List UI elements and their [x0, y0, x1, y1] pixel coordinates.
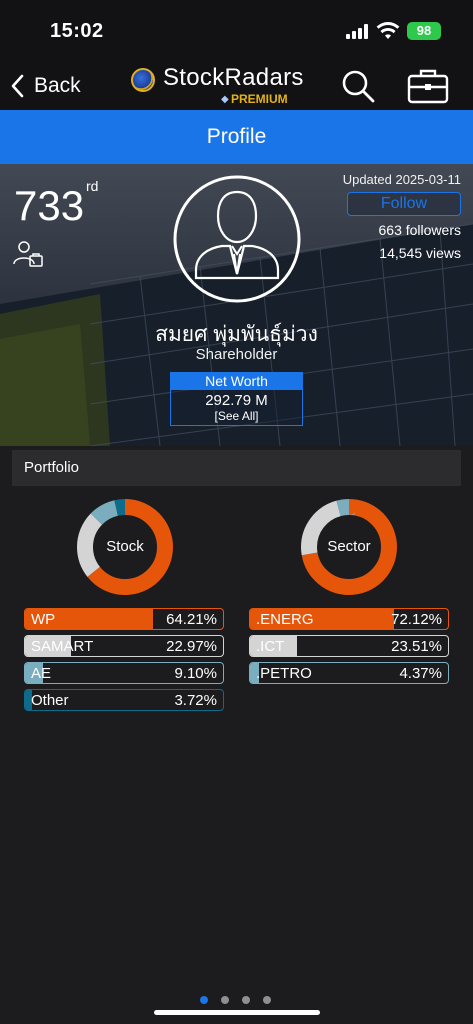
- diamond-icon: ◆: [221, 94, 229, 105]
- user-role: Shareholder: [195, 346, 278, 363]
- sector-bar-percent: 4.37%: [399, 665, 442, 682]
- page-dot[interactable]: [242, 996, 250, 1004]
- stock-bar-percent: 22.97%: [166, 638, 217, 655]
- battery-indicator: 98: [407, 22, 441, 40]
- signal-icon: [346, 24, 368, 39]
- rank-number: 733: [14, 182, 85, 229]
- back-label: Back: [34, 74, 81, 97]
- stock-bar-percent: 9.10%: [174, 665, 217, 682]
- status-time: 15:02: [50, 20, 104, 42]
- home-indicator: [154, 1010, 320, 1015]
- views-count: 14,545 views: [379, 245, 461, 261]
- sector-bar-row[interactable]: .ENERG 72.12%: [249, 608, 449, 630]
- brand-name: StockRadars: [163, 64, 304, 91]
- net-worth-value: 292.79 M: [205, 392, 268, 409]
- stock-bar-name: AE: [31, 665, 52, 682]
- stock-bar-row[interactable]: Other 3.72%: [24, 689, 224, 711]
- page-dot[interactable]: [263, 996, 271, 1004]
- stock-donut-label: Stock: [106, 538, 144, 555]
- stock-bar-name: WP: [31, 611, 56, 628]
- stock-bar-row[interactable]: WP 64.21%: [24, 608, 224, 630]
- stock-bar-percent: 3.72%: [174, 692, 217, 709]
- updated-date: Updated 2025-03-11: [342, 172, 461, 187]
- stock-bar-row[interactable]: SAMART 22.97%: [24, 635, 224, 657]
- sector-bar-name: .ICT: [256, 638, 285, 655]
- sector-bar-row[interactable]: .ICT 23.51%: [249, 635, 449, 657]
- net-worth-label: Net Worth: [171, 373, 302, 390]
- back-button[interactable]: Back: [10, 68, 81, 104]
- portfolio-header: Portfolio: [12, 450, 461, 486]
- stock-bar-name: Other: [31, 692, 69, 709]
- rank-suffix: rd: [86, 178, 99, 194]
- shareholder-rank-icon: [13, 241, 43, 267]
- sector-donut-chart[interactable]: Sector: [300, 498, 398, 596]
- page-title: Profile: [0, 110, 473, 164]
- logo-mark-icon: [131, 68, 155, 92]
- stock-bar-row[interactable]: AE 9.10%: [24, 662, 224, 684]
- status-bar: 15:02 98: [0, 0, 473, 62]
- sector-donut-label: Sector: [327, 538, 371, 555]
- nav-bar: Back StockRadars ◆ PREMIUM: [0, 62, 473, 110]
- net-worth-box[interactable]: Net Worth 292.79 M [See All]: [170, 372, 303, 426]
- follow-button[interactable]: Follow: [347, 192, 461, 216]
- user-avatar: [173, 175, 301, 303]
- sector-bar-name: .PETRO: [256, 665, 312, 682]
- see-all-link[interactable]: [See All]: [171, 409, 302, 423]
- search-icon[interactable]: [340, 68, 376, 104]
- briefcase-icon[interactable]: [407, 68, 449, 104]
- wifi-icon: [376, 22, 400, 39]
- sector-bar-percent: 72.12%: [391, 611, 442, 628]
- page-dot-active[interactable]: [200, 996, 208, 1004]
- sector-bar-row[interactable]: .PETRO 4.37%: [249, 662, 449, 684]
- followers-count: 663 followers: [378, 222, 462, 238]
- sector-bar-percent: 23.51%: [391, 638, 442, 655]
- stock-donut-chart[interactable]: Stock: [76, 498, 174, 596]
- premium-label: PREMIUM: [231, 92, 288, 106]
- stock-bar-name: SAMART: [31, 638, 94, 655]
- page-dot[interactable]: [221, 996, 229, 1004]
- page-indicator[interactable]: [198, 996, 278, 1006]
- profile-hero: 733 rd Updated 2025-03-11 Follow 663 fol…: [0, 164, 473, 446]
- sector-bar-name: .ENERG: [256, 611, 314, 628]
- chevron-left-icon: [11, 74, 24, 98]
- stock-bar-percent: 64.21%: [166, 611, 217, 628]
- stockradars-logo: StockRadars ◆ PREMIUM: [131, 64, 303, 108]
